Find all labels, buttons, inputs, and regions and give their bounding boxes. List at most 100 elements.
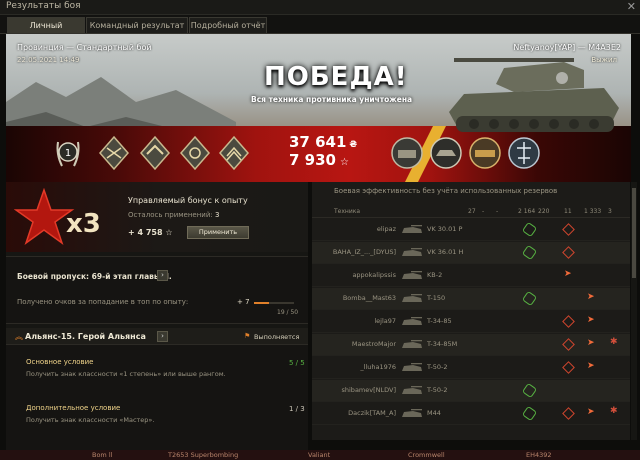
row-tank-name: VK 30.01 P — [427, 225, 463, 233]
col-value-3: - — [496, 208, 499, 215]
ricochet-arrow-icon: ➤ — [587, 315, 595, 325]
master-medal-icon[interactable] — [215, 134, 253, 172]
tab-detailed-report[interactable]: Подробный отчёт — [189, 17, 267, 33]
mission-box: ︽ Альянс-15. Герой Альянса › ⚑ Выполняет… — [6, 328, 308, 450]
damage-icon — [562, 315, 575, 328]
bonus-title: Управляемый бонус к опыту — [128, 196, 248, 205]
destroyed-icon: ✱ — [610, 406, 618, 416]
col-value-2: - — [482, 208, 485, 215]
scrollbar-thumb[interactable] — [632, 188, 636, 278]
xp-value: 7 930 — [289, 151, 336, 169]
row-player-name: lejla97 — [374, 317, 396, 325]
efficiency-row[interactable]: _lluha1976 T-50-2 ➤ — [312, 357, 630, 379]
row-player-name: appokalipssis — [352, 271, 396, 279]
tank-class-icon — [402, 271, 422, 279]
efficiency-row[interactable]: appokalipssis KB-2 ➤ — [312, 265, 630, 287]
battle-pass-points: + 7 — [237, 298, 250, 306]
row-player-name: MaestroMajor — [351, 340, 396, 348]
main-condition-progress: 5 / 5 — [289, 359, 305, 367]
efficiency-row[interactable]: MaestroMajor T-34-85M ➤ ✱ — [312, 334, 630, 356]
scrollbar[interactable] — [631, 182, 637, 440]
efficiency-row[interactable]: lejla97 T-34-85 ➤ — [312, 311, 630, 333]
tank-class-icon — [402, 248, 422, 256]
close-icon[interactable]: ✕ — [627, 1, 636, 13]
tank-class-icon — [402, 294, 422, 302]
battle-pass-progress-fill — [254, 302, 270, 304]
row-tank-name: T-34-85 — [427, 317, 452, 325]
steel-wall-medal-icon[interactable] — [427, 134, 465, 172]
credits-earned: 37 641 ₴ — [289, 133, 357, 151]
col-value-5: 220 — [538, 208, 550, 215]
efficiency-row[interactable]: Bomba__Mast63 T-150 ➤ — [312, 288, 630, 310]
bonus-remaining-value: 3 — [215, 211, 220, 219]
collapse-chevron-icon[interactable]: ︽ — [15, 331, 23, 342]
extra-condition-title: Дополнительное условие — [26, 404, 121, 412]
diamond-medal-icon[interactable] — [95, 134, 133, 172]
row-player-name: elipaz — [376, 225, 396, 233]
bottom-item-3: Valiant — [308, 451, 331, 459]
battle-pass-arrow-button[interactable]: › — [157, 270, 168, 281]
row-player-name: shibamev[NLDV] — [341, 386, 397, 394]
spotted-icon — [521, 290, 538, 307]
xp-icon: ☆ — [339, 157, 349, 168]
row-tank-name: T-50-2 — [427, 386, 448, 394]
row-player-name: BAHA_IZ_..._[DYUS] — [332, 248, 396, 256]
defender-medal-icon[interactable] — [505, 134, 543, 172]
tank-class-icon — [402, 340, 422, 348]
main-condition-title: Основное условие — [26, 358, 94, 366]
bonus-xp: + 4 758 ☆ — [128, 228, 173, 237]
spotted-icon — [521, 382, 538, 399]
ricochet-arrow-icon: ➤ — [587, 361, 595, 371]
apply-bonus-button[interactable]: Применить — [187, 226, 249, 239]
bottom-item-5: EH4392 — [526, 451, 552, 459]
battle-datetime: 22.05.2021 14:49 — [17, 56, 80, 64]
efficiency-row[interactable]: BAHA_IZ_..._[DYUS] VK 36.01 H — [312, 242, 630, 264]
tab-personal-result[interactable]: Личный результат — [7, 17, 85, 45]
ricochet-arrow-icon: ➤ — [587, 407, 595, 417]
mission-status: Выполняется — [254, 333, 300, 341]
battle-pass-box: Боевой пропуск: 69-й этап главы II. › По… — [6, 256, 308, 324]
credits-value: 37 641 — [289, 133, 347, 151]
bonus-remaining: Осталось применений: 3 — [128, 211, 219, 219]
bonus-multiplier: x3 — [66, 209, 101, 239]
efficiency-row[interactable]: Daczik[TAM_A] M44 ➤ ✱ — [312, 403, 630, 425]
damage-icon — [562, 361, 575, 374]
kill-medal-icon[interactable] — [176, 134, 214, 172]
tab-team-result[interactable]: Командный результат — [86, 17, 188, 33]
class-badge-icon[interactable]: 1 — [54, 134, 82, 172]
battle-pass-progress-bar — [254, 302, 294, 304]
damage-icon — [562, 338, 575, 351]
sniper-medal-icon[interactable] — [136, 134, 174, 172]
ricochet-arrow-icon: ➤ — [564, 269, 572, 279]
extra-condition-progress: 1 / 3 — [289, 405, 305, 413]
battle-result-banner: Провинция — Стандартный бой 22.05.2021 1… — [6, 34, 631, 182]
col-value-6: 11 — [564, 208, 572, 215]
bottom-item-2: T2653 Superbombing — [168, 451, 239, 459]
tank-class-icon — [402, 409, 422, 417]
efficiency-row[interactable]: shibamev[NLDV] T-50-2 — [312, 380, 630, 402]
xp-bonus-box: x3 Управляемый бонус к опыту Осталось пр… — [6, 182, 308, 252]
row-tank-name: T-34-85M — [427, 340, 458, 348]
mission-header[interactable]: ︽ Альянс-15. Герой Альянса › ⚑ Выполняет… — [6, 328, 308, 345]
efficiency-row[interactable]: elipaz VK 30.01 P — [312, 219, 630, 241]
damage-icon — [562, 223, 575, 236]
player-vehicle: Neftyanoy[YAP] — M4A3E2 — [513, 43, 621, 52]
row-tank-name: T-50-2 — [427, 363, 448, 371]
col-value-1: 27 — [468, 208, 476, 215]
tank-class-icon — [402, 386, 422, 394]
flag-icon: ⚑ — [244, 332, 251, 340]
mastery-medal-icon[interactable] — [388, 134, 426, 172]
row-player-name: Bomba__Mast63 — [342, 294, 396, 302]
ricochet-arrow-icon: ➤ — [587, 292, 595, 302]
map-name: Провинция — Стандартный бой — [17, 43, 152, 52]
col-value-7: 1 333 — [584, 208, 602, 215]
mission-arrow-button[interactable]: › — [157, 331, 168, 342]
row-tank-name: KB-2 — [427, 271, 443, 279]
row-tank-name: VK 36.01 H — [427, 248, 464, 256]
raseiniai-medal-icon[interactable] — [466, 134, 504, 172]
col-value-4: 2 164 — [518, 208, 536, 215]
window-title: Результаты боя — [6, 1, 81, 11]
battle-result: ПОБЕДА! — [264, 62, 408, 92]
xp-earned: 7 930 ☆ — [289, 151, 349, 169]
extra-condition-desc: Получить знак классности «Мастер». — [26, 416, 155, 424]
